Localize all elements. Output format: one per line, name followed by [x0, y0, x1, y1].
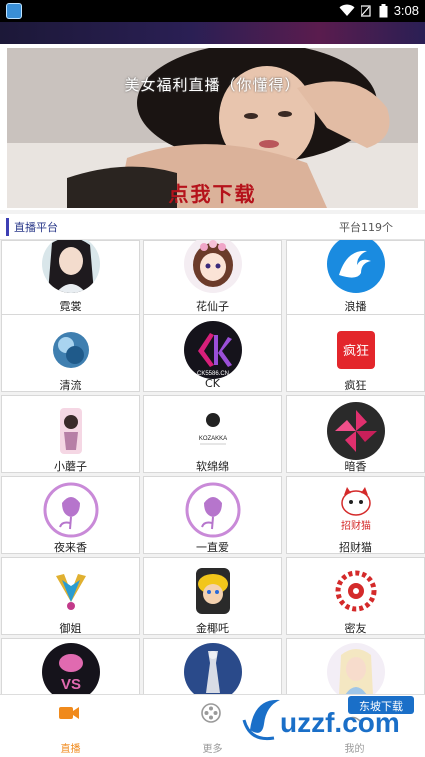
platform-label: 浪播 [344, 300, 367, 313]
banner-photo: 美女福利直播（你懂得） 点我下载 [7, 48, 418, 208]
platform-item[interactable]: 暗香 [286, 395, 425, 473]
statue-logo-icon [184, 643, 242, 694]
signal-icon [360, 5, 371, 17]
battery-icon [379, 3, 388, 17]
kozakka-logo-icon: KOZAKKA [184, 402, 242, 460]
platform-label: 软绵绵 [196, 460, 229, 473]
film-reel-icon [201, 703, 221, 723]
section-title: 直播平台 [14, 221, 58, 234]
clock: 3:08 [393, 3, 419, 18]
lucky-cat-text: 招财猫 [341, 519, 371, 532]
girl-illustration-icon [42, 402, 100, 460]
platform-item[interactable] [286, 638, 425, 694]
rose-logo-icon [42, 481, 100, 539]
wave-logo-icon [327, 240, 385, 293]
nav-tab-live[interactable]: 直播 [0, 695, 141, 757]
platform-label: 招财猫 [339, 541, 372, 554]
video-camera-icon [59, 707, 79, 719]
app-screen: { "status_bar": { "time": "3:08" }, "ban… [0, 0, 425, 757]
platform-item[interactable] [143, 638, 282, 694]
status-bar: 3:08 [0, 0, 425, 22]
platform-item[interactable]: CK5586.CN CK [143, 314, 282, 392]
platform-item[interactable]: 密友 [286, 557, 425, 635]
section-header: 直播平台 平台119个 [0, 214, 425, 240]
nav-label: 直播 [60, 744, 81, 755]
platform-item[interactable]: 夜来香 [1, 476, 140, 554]
platform-label: 暗香 [344, 460, 367, 473]
crazy-logo-icon: 疯狂 [327, 321, 385, 379]
platform-item[interactable]: 金椰吒 [143, 557, 282, 635]
platform-item[interactable]: 招财猫 招财猫 [286, 476, 425, 554]
peacock-logo-icon [42, 562, 100, 620]
download-cta[interactable]: 点我下载 [7, 178, 418, 207]
wifi-icon [339, 4, 355, 16]
platform-label: 御姐 [59, 622, 82, 635]
princess-logo-icon [327, 643, 385, 694]
banner-title: 美女福利直播（你懂得） [124, 76, 301, 94]
platform-item[interactable]: 浪播 [286, 240, 425, 318]
platform-label: 清流 [59, 379, 82, 392]
platform-item[interactable]: KOZAKKA 软绵绵 [143, 395, 282, 473]
platform-label: 小蘑子 [54, 460, 87, 473]
platform-item[interactable]: 清流 [1, 314, 140, 392]
platform-label: 疯狂 [344, 379, 367, 392]
platform-item[interactable]: 小蘑子 [1, 395, 140, 473]
flower-fairy-avatar-icon [184, 240, 242, 293]
watermark-badge: 东坡下载 [359, 700, 403, 713]
anime-girl-avatar-icon [42, 240, 100, 293]
platform-label: 一直爱 [196, 541, 229, 554]
platform-label: 金椰吒 [196, 622, 229, 635]
section-accent-bar [6, 218, 9, 236]
platform-item[interactable]: VS [1, 638, 140, 694]
vs-logo-text: VS [61, 676, 81, 693]
platform-label: CK [205, 377, 220, 390]
kozakka-logo-text: KOZAKKA [199, 436, 227, 442]
platform-grid: 霓裳 花仙子 浪播 清流 CK5586.CN CK 疯狂 疯狂 小蘑子 KOZA… [0, 240, 425, 694]
platform-label: 夜来香 [54, 541, 87, 554]
platform-label: 密友 [344, 622, 367, 635]
platform-item[interactable]: 御姐 [1, 557, 140, 635]
platform-item[interactable]: 疯狂 疯狂 [286, 314, 425, 392]
cartoon-face-logo-icon [184, 562, 242, 620]
platform-item[interactable]: 花仙子 [143, 240, 282, 318]
platform-count: 平台119个 [339, 221, 393, 234]
lucky-cat-logo-icon: 招财猫 [327, 481, 385, 539]
header-strip [0, 22, 425, 44]
pinwheel-logo-icon [327, 402, 385, 460]
promo-banner[interactable]: 美女福利直播（你懂得） 点我下载 [0, 44, 425, 210]
uzzf-watermark-logo: uzzf.com 东坡下载 [242, 696, 414, 741]
blue-orb-logo-icon [42, 321, 100, 379]
vs-logo-icon: VS [42, 643, 100, 694]
ck-logo-icon: CK5586.CN [184, 321, 242, 379]
app-notification-icon [6, 3, 22, 19]
rose-logo-icon [184, 481, 242, 539]
ornament-logo-icon [327, 562, 385, 620]
crazy-logo-text: 疯狂 [343, 343, 369, 359]
platform-item[interactable]: 霓裳 [1, 240, 140, 318]
platform-label: 霓裳 [59, 300, 82, 313]
platform-item[interactable]: 一直爱 [143, 476, 282, 554]
platform-label: 花仙子 [196, 300, 229, 313]
